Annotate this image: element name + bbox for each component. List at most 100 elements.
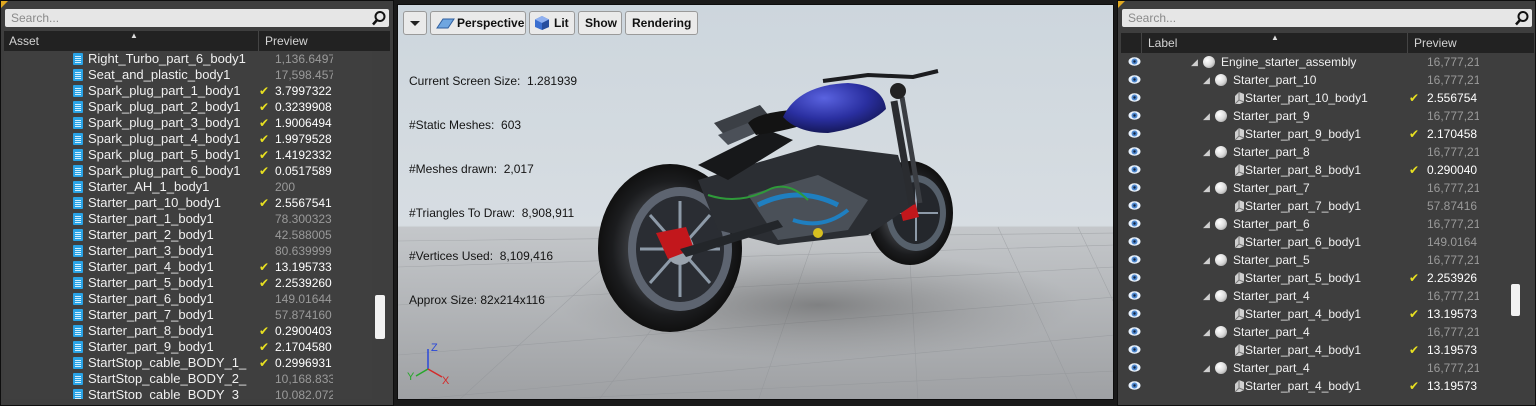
asset-row[interactable]: Starter_AH_1_body1 200 — [4, 179, 372, 195]
outliner-mesh-row[interactable]: Starter_part_9_body1 ✔ 2.170458 — [1121, 125, 1511, 143]
expand-arrow-icon[interactable]: ◢ — [1203, 182, 1210, 194]
asset-file-icon — [73, 85, 83, 97]
outliner-group-row[interactable]: ◢ Starter_part_5 16,777,21 — [1121, 251, 1511, 269]
show-button[interactable]: Show — [578, 11, 622, 35]
eye-icon[interactable] — [1128, 380, 1141, 391]
check-icon: ✔ — [259, 148, 270, 162]
perspective-button[interactable]: Perspective — [430, 11, 526, 35]
asset-row[interactable]: Starter_part_4_body1 ✔ 13.195733 — [4, 259, 372, 275]
eye-icon[interactable] — [1128, 74, 1141, 85]
asset-row[interactable]: Starter_part_10_body1 ✔ 2.5567541 — [4, 195, 372, 211]
column-preview[interactable]: Preview — [260, 31, 308, 51]
eye-icon[interactable] — [1128, 362, 1141, 373]
eye-icon[interactable] — [1128, 56, 1141, 67]
column-preview[interactable]: Preview — [1409, 33, 1457, 53]
outliner-mesh-row[interactable]: Starter_part_5_body1 ✔ 2.253926 — [1121, 269, 1511, 287]
outliner-mesh-row[interactable]: Starter_part_10_body1 ✔ 2.556754 — [1121, 89, 1511, 107]
outliner-group-row[interactable]: ◢ Starter_part_9 16,777,21 — [1121, 107, 1511, 125]
expand-arrow-icon[interactable]: ◢ — [1203, 254, 1210, 266]
asset-row[interactable]: Starter_part_7_body1 57.874160 — [4, 307, 372, 323]
column-divider[interactable] — [258, 31, 259, 51]
outliner-mesh-row[interactable]: Starter_part_4_body1 ✔ 13.19573 — [1121, 341, 1511, 359]
asset-row[interactable]: Starter_part_5_body1 ✔ 2.2539260 — [4, 275, 372, 291]
column-label[interactable]: Label — [1143, 33, 1177, 53]
check-icon: ✔ — [259, 276, 270, 290]
outliner-group-row[interactable]: ◢ Starter_part_10 16,777,21 — [1121, 71, 1511, 89]
asset-row[interactable]: Spark_plug_part_5_body1 ✔ 1.4192332 — [4, 147, 372, 163]
lit-mode-button[interactable]: Lit — [529, 11, 575, 35]
axis-y-label: Y — [407, 371, 415, 383]
asset-row[interactable]: StartStop_cable_BODY_3_ 10,082.072 — [4, 387, 372, 399]
outliner-group-row[interactable]: ◢ Engine_starter_assembly 16,777,21 — [1121, 53, 1511, 71]
expand-arrow-icon[interactable]: ◢ — [1203, 218, 1210, 230]
eye-icon[interactable] — [1128, 308, 1141, 319]
eye-icon[interactable] — [1128, 146, 1141, 157]
asset-list-scrollbar-thumb[interactable] — [375, 295, 385, 339]
asset-preview-value: 78.300323 — [275, 212, 332, 226]
asset-row[interactable]: Spark_plug_part_3_body1 ✔ 1.9006494 — [4, 115, 372, 131]
eye-icon[interactable] — [1128, 182, 1141, 193]
outliner-search-input[interactable]: Search... — [1122, 9, 1532, 27]
eye-icon[interactable] — [1128, 92, 1141, 103]
search-icon[interactable] — [371, 10, 387, 26]
eye-icon[interactable] — [1128, 200, 1141, 211]
asset-row[interactable]: StartStop_cable_BODY_2_ 10,168.833 — [4, 371, 372, 387]
eye-icon[interactable] — [1128, 290, 1141, 301]
expand-arrow-icon[interactable]: ◢ — [1203, 146, 1210, 158]
eye-icon[interactable] — [1128, 236, 1141, 247]
asset-row[interactable]: Spark_plug_part_6_body1 ✔ 0.0517589 — [4, 163, 372, 179]
outliner-group-row[interactable]: ◢ Starter_part_8 16,777,21 — [1121, 143, 1511, 161]
asset-search-input[interactable]: Search... — [5, 9, 389, 27]
eye-icon[interactable] — [1128, 326, 1141, 337]
dropdown-chevron-icon — [410, 21, 420, 26]
outliner-mesh-row[interactable]: Starter_part_6_body1 149.0164 — [1121, 233, 1511, 251]
eye-icon[interactable] — [1128, 128, 1141, 139]
asset-name: Starter_part_3_body1 — [88, 243, 214, 258]
asset-row[interactable]: Spark_plug_part_1_body1 ✔ 3.7997322 — [4, 83, 372, 99]
expand-arrow-icon[interactable]: ◢ — [1191, 56, 1198, 68]
asset-row[interactable]: Starter_part_2_body1 42.588005 — [4, 227, 372, 243]
asset-row[interactable]: Starter_part_8_body1 ✔ 0.2900403 — [4, 323, 372, 339]
outliner-group-row[interactable]: ◢ Starter_part_4 16,777,21 — [1121, 359, 1511, 377]
outliner-preview-value: 13.19573 — [1427, 343, 1478, 357]
asset-row[interactable]: Seat_and_plastic_body1 17,598.457 — [4, 67, 372, 83]
outliner-scrollbar-thumb[interactable] — [1511, 284, 1520, 316]
outliner-group-row[interactable]: ◢ Starter_part_6 16,777,21 — [1121, 215, 1511, 233]
asset-row[interactable]: Spark_plug_part_4_body1 ✔ 1.9979528 — [4, 131, 372, 147]
3d-viewport[interactable]: Perspective Lit Show Rendering Current S… — [397, 4, 1114, 400]
asset-row[interactable]: Starter_part_3_body1 80.639999 — [4, 243, 372, 259]
search-icon[interactable] — [1514, 10, 1530, 26]
expand-arrow-icon[interactable]: ◢ — [1203, 362, 1210, 374]
outliner-mesh-row[interactable]: Starter_part_4_body1 ✔ 13.19573 — [1121, 377, 1511, 395]
asset-preview-value: 1.4192332 — [275, 148, 332, 162]
asset-preview-value: 1.9006494 — [275, 116, 332, 130]
eye-icon[interactable] — [1128, 218, 1141, 229]
eye-icon[interactable] — [1128, 272, 1141, 283]
outliner-mesh-row[interactable]: Starter_part_7_body1 57.87416 — [1121, 197, 1511, 215]
outliner-mesh-row[interactable]: Starter_part_8_body1 ✔ 0.290040 — [1121, 161, 1511, 179]
asset-row[interactable]: StartStop_cable_BODY_1_ ✔ 0.2996931 — [4, 355, 372, 371]
outliner-mesh-row[interactable]: Starter_part_4_body1 ✔ 13.19573 — [1121, 305, 1511, 323]
viewport-options-button[interactable] — [403, 11, 427, 35]
outliner-group-row[interactable]: ◢ Starter_part_4 16,777,21 — [1121, 287, 1511, 305]
eye-icon[interactable] — [1128, 254, 1141, 265]
column-divider[interactable] — [1407, 33, 1408, 53]
outliner-group-row[interactable]: ◢ Starter_part_4 16,777,21 — [1121, 323, 1511, 341]
asset-row[interactable]: Starter_part_9_body1 ✔ 2.1704580 — [4, 339, 372, 355]
expand-arrow-icon[interactable]: ◢ — [1203, 110, 1210, 122]
outliner-group-row[interactable]: ◢ Starter_part_7 16,777,21 — [1121, 179, 1511, 197]
eye-icon[interactable] — [1128, 344, 1141, 355]
eye-icon[interactable] — [1128, 164, 1141, 175]
asset-row[interactable]: Starter_part_1_body1 78.300323 — [4, 211, 372, 227]
column-divider[interactable] — [1141, 33, 1142, 53]
expand-arrow-icon[interactable]: ◢ — [1203, 326, 1210, 338]
asset-row[interactable]: Starter_part_6_body1 149.01644 — [4, 291, 372, 307]
asset-row[interactable]: Right_Turbo_part_6_body1 1,136.6497 — [4, 51, 372, 67]
column-asset[interactable]: Asset — [4, 31, 39, 51]
expand-arrow-icon[interactable]: ◢ — [1203, 74, 1210, 86]
expand-arrow-icon[interactable]: ◢ — [1203, 290, 1210, 302]
rendering-button[interactable]: Rendering — [625, 11, 698, 35]
eye-icon[interactable] — [1128, 110, 1141, 121]
asset-file-icon — [73, 69, 83, 81]
asset-row[interactable]: Spark_plug_part_2_body1 ✔ 0.3239908 — [4, 99, 372, 115]
